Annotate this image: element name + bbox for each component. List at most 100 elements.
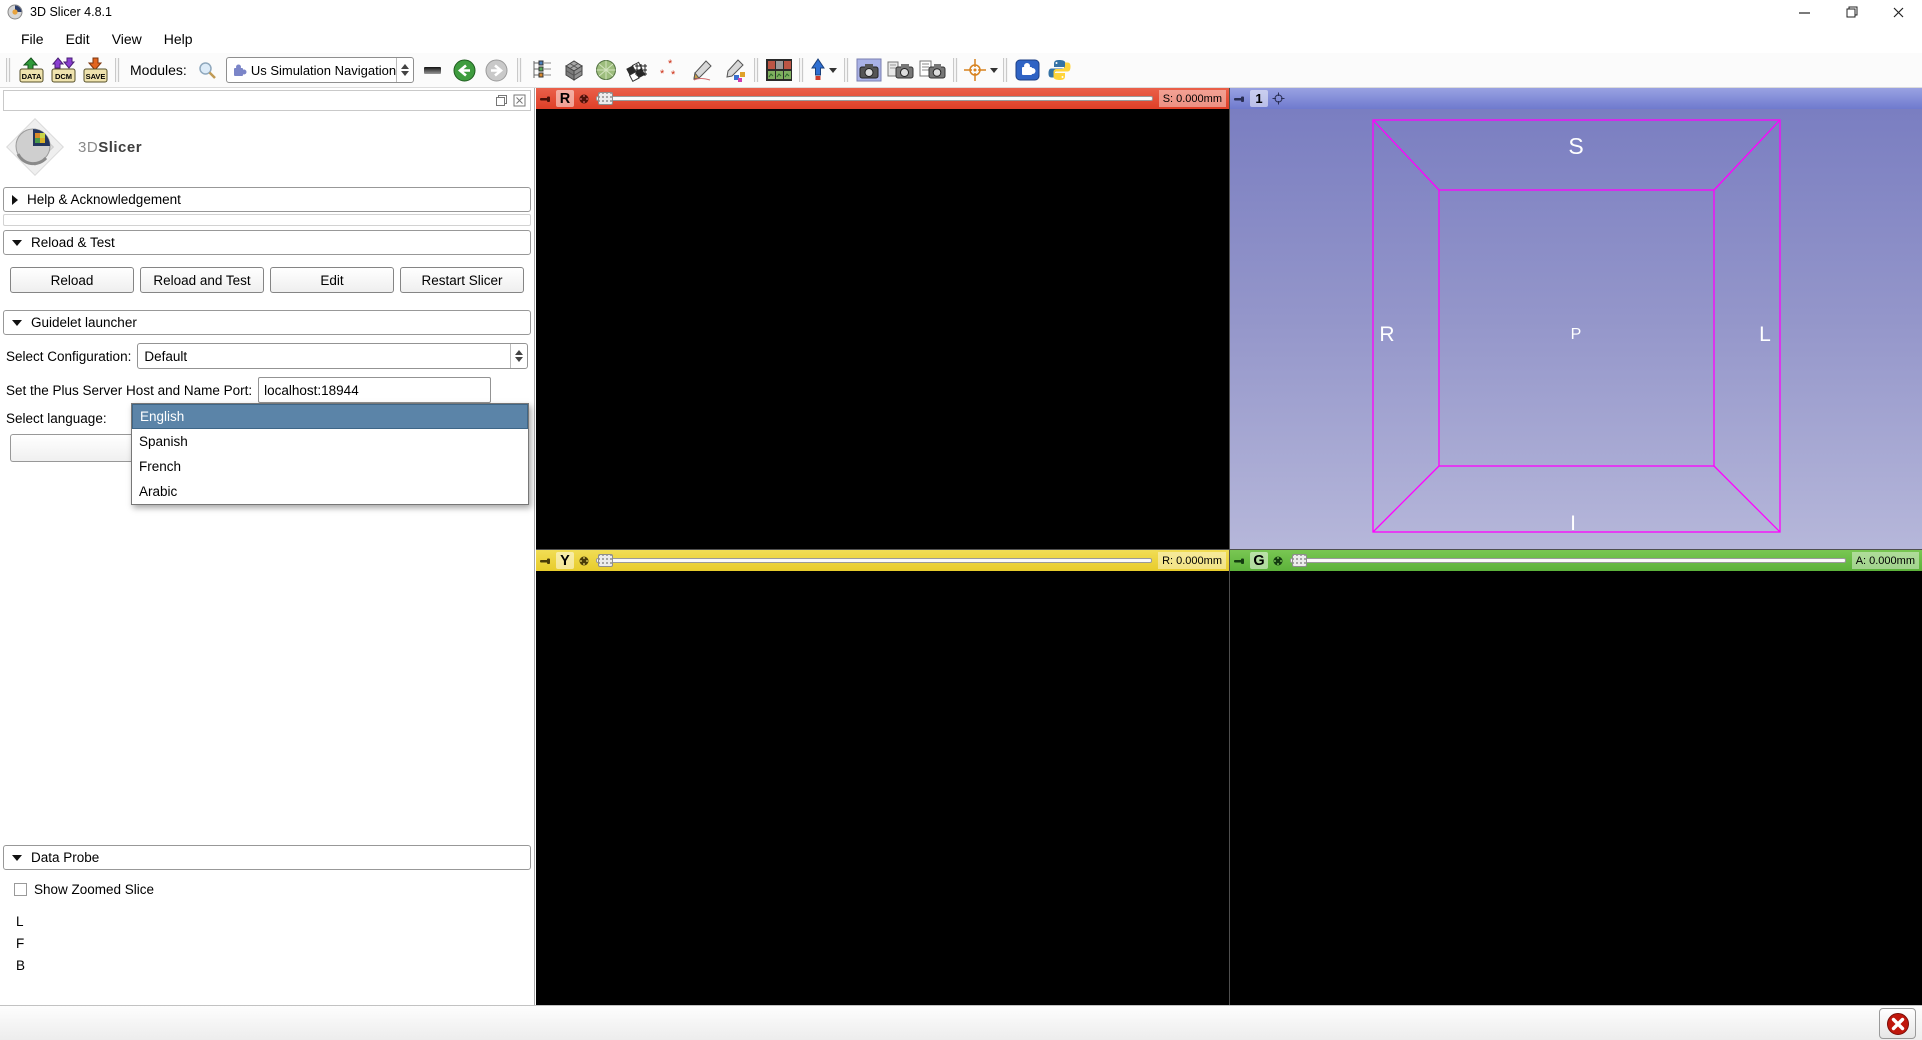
svg-text:DCM: DCM xyxy=(54,72,71,81)
transforms-button[interactable] xyxy=(623,55,653,85)
expanded-arrow-icon xyxy=(12,240,22,246)
load-data-button[interactable]: DATA xyxy=(16,55,46,85)
axis-label-inferior: I xyxy=(1570,512,1576,535)
language-option-arabic[interactable]: Arabic xyxy=(132,479,528,504)
guidelet-launcher-section[interactable]: Guidelet launcher xyxy=(3,310,531,335)
slicer-logo-icon xyxy=(6,118,64,176)
models-button[interactable] xyxy=(591,55,621,85)
data-probe-lines: L F B xyxy=(16,911,534,977)
edit-button[interactable]: Edit xyxy=(270,267,394,293)
restore-button[interactable] xyxy=(1828,0,1875,24)
data-tree-icon xyxy=(530,59,553,82)
volumes-button[interactable] xyxy=(559,55,589,85)
toolbar-grip[interactable] xyxy=(1003,58,1008,82)
status-bar xyxy=(0,1005,1922,1040)
module-history-button[interactable] xyxy=(418,55,448,85)
slicer-logo-text: 3DSlicer xyxy=(78,139,142,156)
error-log-button[interactable] xyxy=(1879,1008,1916,1039)
reload-test-section[interactable]: Reload & Test xyxy=(3,230,531,255)
extensions-manager-button[interactable] xyxy=(1013,55,1043,85)
models-sphere-icon xyxy=(594,58,618,82)
show-zoomed-slice-checkbox[interactable] xyxy=(14,883,27,896)
menu-file[interactable]: File xyxy=(10,27,55,51)
python-console-button[interactable] xyxy=(1045,55,1075,85)
view-center-icon[interactable] xyxy=(1272,92,1285,105)
slice-menu-icon[interactable] xyxy=(1272,555,1284,567)
language-option-french[interactable]: French xyxy=(132,454,528,479)
scene-view-list-icon xyxy=(919,58,947,82)
module-selector-value: Us Simulation Navigation xyxy=(251,63,396,78)
menu-help[interactable]: Help xyxy=(153,27,204,51)
forward-button[interactable] xyxy=(482,55,512,85)
toolbar-grip[interactable] xyxy=(6,58,11,82)
reload-and-test-button[interactable]: Reload and Test xyxy=(140,267,264,293)
red-slice-view: R S: 0.000mm xyxy=(536,88,1229,549)
expanded-arrow-icon xyxy=(12,855,22,861)
slice-pin-icon[interactable] xyxy=(1233,556,1246,566)
screenshot-button[interactable] xyxy=(854,55,884,85)
configuration-spinner[interactable] xyxy=(510,344,527,368)
mouse-interaction-button[interactable] xyxy=(809,55,839,85)
plus-server-input[interactable] xyxy=(258,377,491,403)
threed-view-controller: 1 xyxy=(1230,88,1922,109)
editor-pencil-icon xyxy=(722,58,746,82)
save-button[interactable]: SAVE xyxy=(80,55,110,85)
scene-view-capture-button[interactable] xyxy=(886,55,916,85)
reload-button[interactable]: Reload xyxy=(10,267,134,293)
view-pin-icon[interactable] xyxy=(1233,94,1246,104)
editor-button[interactable] xyxy=(719,55,749,85)
red-view-label: R xyxy=(556,90,574,107)
slice-pin-icon[interactable] xyxy=(539,94,552,104)
annotations-button[interactable] xyxy=(687,55,717,85)
module-search-button[interactable] xyxy=(192,55,222,85)
close-panel-icon[interactable] xyxy=(513,94,526,107)
slider-handle[interactable] xyxy=(598,554,613,567)
close-button[interactable] xyxy=(1875,0,1922,24)
toolbar-grip[interactable] xyxy=(115,58,120,82)
search-icon xyxy=(197,60,217,80)
language-option-spanish[interactable]: Spanish xyxy=(132,429,528,454)
slice-pin-icon[interactable] xyxy=(539,556,552,566)
restart-slicer-button[interactable]: Restart Slicer xyxy=(400,267,524,293)
data-probe-section[interactable]: Data Probe xyxy=(3,845,531,870)
crosshair-button[interactable] xyxy=(963,55,998,85)
load-dicom-icon: DCM xyxy=(49,57,78,84)
markups-button[interactable]: *** xyxy=(655,55,685,85)
green-slice-offset-slider[interactable] xyxy=(1290,553,1846,568)
window-title: 3D Slicer 4.8.1 xyxy=(30,5,112,19)
module-selector-spinner[interactable] xyxy=(396,58,413,82)
slider-handle[interactable] xyxy=(598,92,613,105)
show-data-button[interactable] xyxy=(527,55,557,85)
slice-menu-icon[interactable] xyxy=(578,555,590,567)
undock-panel-icon[interactable] xyxy=(495,94,508,107)
language-combobox[interactable] xyxy=(10,434,131,462)
toolbar-grip[interactable] xyxy=(799,58,804,82)
yellow-slice-offset-slider[interactable] xyxy=(596,553,1152,568)
red-slice-offset-slider[interactable] xyxy=(596,91,1153,106)
module-selector-combobox[interactable]: Us Simulation Navigation xyxy=(226,57,414,83)
slice-menu-icon[interactable] xyxy=(578,93,590,105)
green-view-label: G xyxy=(1250,552,1268,569)
green-slice-viewport[interactable] xyxy=(1230,571,1922,1005)
slider-handle[interactable] xyxy=(1292,554,1307,567)
configuration-label: Select Configuration: xyxy=(6,349,131,364)
menu-edit[interactable]: Edit xyxy=(55,27,101,51)
minimize-button[interactable] xyxy=(1781,0,1828,24)
load-dicom-button[interactable]: DCM xyxy=(48,55,78,85)
toolbar-grip[interactable] xyxy=(517,58,522,82)
layout-selector-button[interactable] xyxy=(764,55,794,85)
toolbar-grip[interactable] xyxy=(754,58,759,82)
yellow-slice-viewport[interactable] xyxy=(536,571,1229,1005)
green-slice-view: G A: 0.000mm xyxy=(1230,550,1922,1005)
configuration-combobox[interactable]: Default xyxy=(137,343,528,369)
red-slice-viewport[interactable] xyxy=(536,109,1229,549)
axis-label-left: L xyxy=(1759,323,1771,346)
language-option-english[interactable]: English xyxy=(132,404,528,429)
help-acknowledgement-section[interactable]: Help & Acknowledgement xyxy=(3,187,531,212)
threed-viewport[interactable]: S R P L I xyxy=(1230,109,1922,549)
toolbar-grip[interactable] xyxy=(844,58,849,82)
scene-view-list-button[interactable] xyxy=(918,55,948,85)
back-button[interactable] xyxy=(450,55,480,85)
menu-view[interactable]: View xyxy=(101,27,153,51)
toolbar-grip[interactable] xyxy=(953,58,958,82)
